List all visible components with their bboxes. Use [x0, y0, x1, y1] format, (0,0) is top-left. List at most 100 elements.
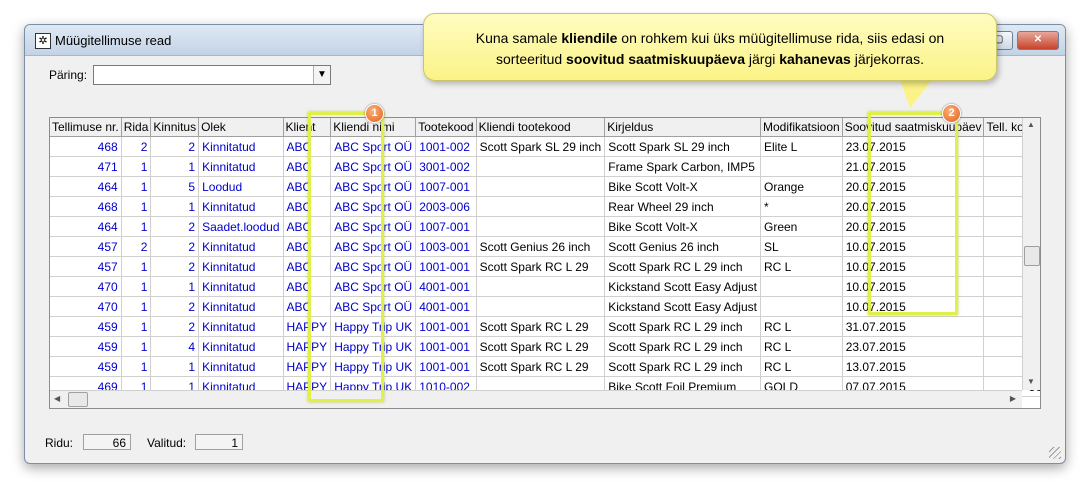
- column-header[interactable]: Modifikatsioon: [760, 118, 843, 137]
- table-cell[interactable]: 2: [150, 256, 200, 277]
- table-cell[interactable]: 1: [121, 216, 152, 237]
- table-cell[interactable]: 3001-002: [415, 156, 477, 177]
- table-cell[interactable]: Kinnitatud: [198, 276, 284, 297]
- table-cell[interactable]: Kinnitatud: [198, 136, 284, 157]
- query-select[interactable]: ▼: [93, 65, 331, 85]
- table-cell[interactable]: ABC Sport OÜ: [330, 216, 417, 237]
- table-cell[interactable]: Loodud: [198, 176, 284, 197]
- table-cell[interactable]: ABC Sport OÜ: [330, 176, 417, 197]
- table-cell[interactable]: ABC Sport OÜ: [330, 156, 417, 177]
- table-cell[interactable]: 10.07.2015: [842, 276, 985, 297]
- table-cell[interactable]: 4001-001: [415, 296, 477, 317]
- table-cell[interactable]: Happy Trip UK: [330, 336, 417, 357]
- table-cell[interactable]: ABC: [283, 196, 332, 217]
- column-header[interactable]: Klient: [283, 118, 332, 137]
- table-cell[interactable]: Rear Wheel 29 inch: [604, 196, 761, 217]
- table-cell[interactable]: 1001-002: [415, 136, 477, 157]
- table-cell[interactable]: 457: [50, 256, 122, 277]
- table-cell[interactable]: 20.07.2015: [842, 216, 985, 237]
- table-cell[interactable]: ABC Sport OÜ: [330, 256, 417, 277]
- table-cell[interactable]: Bike Scott Volt-X: [604, 216, 761, 237]
- table-cell[interactable]: 471: [50, 156, 122, 177]
- table-cell[interactable]: 20.07.2015: [842, 196, 985, 217]
- table-cell[interactable]: 10.07.2015: [842, 256, 985, 277]
- table-cell[interactable]: 1007-001: [415, 176, 477, 197]
- table-cell[interactable]: 459: [50, 336, 122, 357]
- table-cell[interactable]: 1: [150, 276, 200, 297]
- table-cell[interactable]: 1: [121, 256, 152, 277]
- table-cell[interactable]: ABC: [283, 256, 332, 277]
- table-cell[interactable]: ABC: [283, 216, 332, 237]
- table-cell[interactable]: [760, 156, 843, 177]
- table-cell[interactable]: ABC Sport OÜ: [330, 276, 417, 297]
- table-cell[interactable]: [476, 276, 606, 297]
- table-cell[interactable]: ABC: [283, 236, 332, 257]
- table-cell[interactable]: 2: [150, 316, 200, 337]
- table-cell[interactable]: ABC: [283, 276, 332, 297]
- table-cell[interactable]: 1: [121, 176, 152, 197]
- table-cell[interactable]: [476, 176, 606, 197]
- table-cell[interactable]: 23.07.2015: [842, 136, 985, 157]
- table-cell[interactable]: Kickstand Scott Easy Adjust: [604, 276, 761, 297]
- table-cell[interactable]: Kinnitatud: [198, 316, 284, 337]
- table-cell[interactable]: 468: [50, 196, 122, 217]
- table-cell[interactable]: 20.07.2015: [842, 176, 985, 197]
- table-row[interactable]: 470 1 1 Kinnitatud ABC ABC Sport OÜ 4001-001 Ki…: [50, 276, 1040, 297]
- table-cell[interactable]: Scott Spark RC L 29: [476, 316, 606, 337]
- table-cell[interactable]: 1003-001: [415, 236, 477, 257]
- column-header[interactable]: Tellimuse nr.: [50, 118, 122, 137]
- table-cell[interactable]: Scott Spark RC L 29 inch: [604, 256, 761, 277]
- table-cell[interactable]: Scott Spark SL 29 inch: [604, 136, 761, 157]
- table-cell[interactable]: Happy Trip UK: [330, 356, 417, 377]
- table-cell[interactable]: 464: [50, 216, 122, 237]
- table-cell[interactable]: 4001-001: [415, 276, 477, 297]
- table-cell[interactable]: Elite L: [760, 136, 843, 157]
- table-cell[interactable]: ABC: [283, 156, 332, 177]
- table-cell[interactable]: [476, 296, 606, 317]
- table-cell[interactable]: 2: [150, 236, 200, 257]
- table-cell[interactable]: ABC: [283, 176, 332, 197]
- table-cell[interactable]: 1001-001: [415, 336, 477, 357]
- table-cell[interactable]: 1007-001: [415, 216, 477, 237]
- table-cell[interactable]: 1: [121, 196, 152, 217]
- table-cell[interactable]: Kinnitatud: [198, 196, 284, 217]
- table-cell[interactable]: 10.07.2015: [842, 236, 985, 257]
- column-header[interactable]: Olek: [198, 118, 284, 137]
- table-cell[interactable]: Kinnitatud: [198, 256, 284, 277]
- table-cell[interactable]: 21.07.2015: [842, 156, 985, 177]
- table-cell[interactable]: 10.07.2015: [842, 296, 985, 317]
- table-cell[interactable]: HAPPY: [283, 356, 332, 377]
- table-cell[interactable]: 23.07.2015: [842, 336, 985, 357]
- table-cell[interactable]: Kickstand Scott Easy Adjust: [604, 296, 761, 317]
- table-cell[interactable]: Orange: [760, 176, 843, 197]
- scroll-down-icon[interactable]: ▼: [1027, 377, 1035, 386]
- table-cell[interactable]: 1001-001: [415, 256, 477, 277]
- table-cell[interactable]: 2: [150, 216, 200, 237]
- table-cell[interactable]: Scott Genius 26 inch: [604, 236, 761, 257]
- table-cell[interactable]: Kinnitatud: [198, 356, 284, 377]
- table-cell[interactable]: 1001-001: [415, 356, 477, 377]
- vertical-scroll-thumb[interactable]: [1024, 246, 1040, 266]
- table-cell[interactable]: Kinnitatud: [198, 296, 284, 317]
- table-cell[interactable]: 1: [150, 156, 200, 177]
- table-cell[interactable]: Scott Spark RC L 29 inch: [604, 356, 761, 377]
- table-row[interactable]: 459 1 4 Kinnitatud HAPPY Happy Trip UK 1001-00…: [50, 336, 1040, 357]
- table-cell[interactable]: 457: [50, 236, 122, 257]
- table-cell[interactable]: 2: [121, 236, 152, 257]
- table-cell[interactable]: Saadet.loodud: [198, 216, 284, 237]
- table-cell[interactable]: 459: [50, 316, 122, 337]
- scroll-up-icon[interactable]: ▲: [1027, 120, 1035, 129]
- table-cell[interactable]: RC L: [760, 356, 843, 377]
- table-cell[interactable]: 464: [50, 176, 122, 197]
- table-cell[interactable]: [476, 216, 606, 237]
- table-cell[interactable]: Kinnitatud: [198, 336, 284, 357]
- table-cell[interactable]: Happy Trip UK: [330, 316, 417, 337]
- column-header[interactable]: Kliendi tootekood: [476, 118, 606, 137]
- column-header[interactable]: Rida: [121, 118, 152, 137]
- table-cell[interactable]: Scott Spark RC L 29 inch: [604, 316, 761, 337]
- table-cell[interactable]: Scott Spark RC L 29: [476, 356, 606, 377]
- table-row[interactable]: 457 1 2 Kinnitatud ABC ABC Sport OÜ 1001-001 Sc…: [50, 256, 1040, 277]
- table-cell[interactable]: Kinnitatud: [198, 156, 284, 177]
- table-cell[interactable]: ABC Sport OÜ: [330, 236, 417, 257]
- column-header[interactable]: Kinnitus: [150, 118, 200, 137]
